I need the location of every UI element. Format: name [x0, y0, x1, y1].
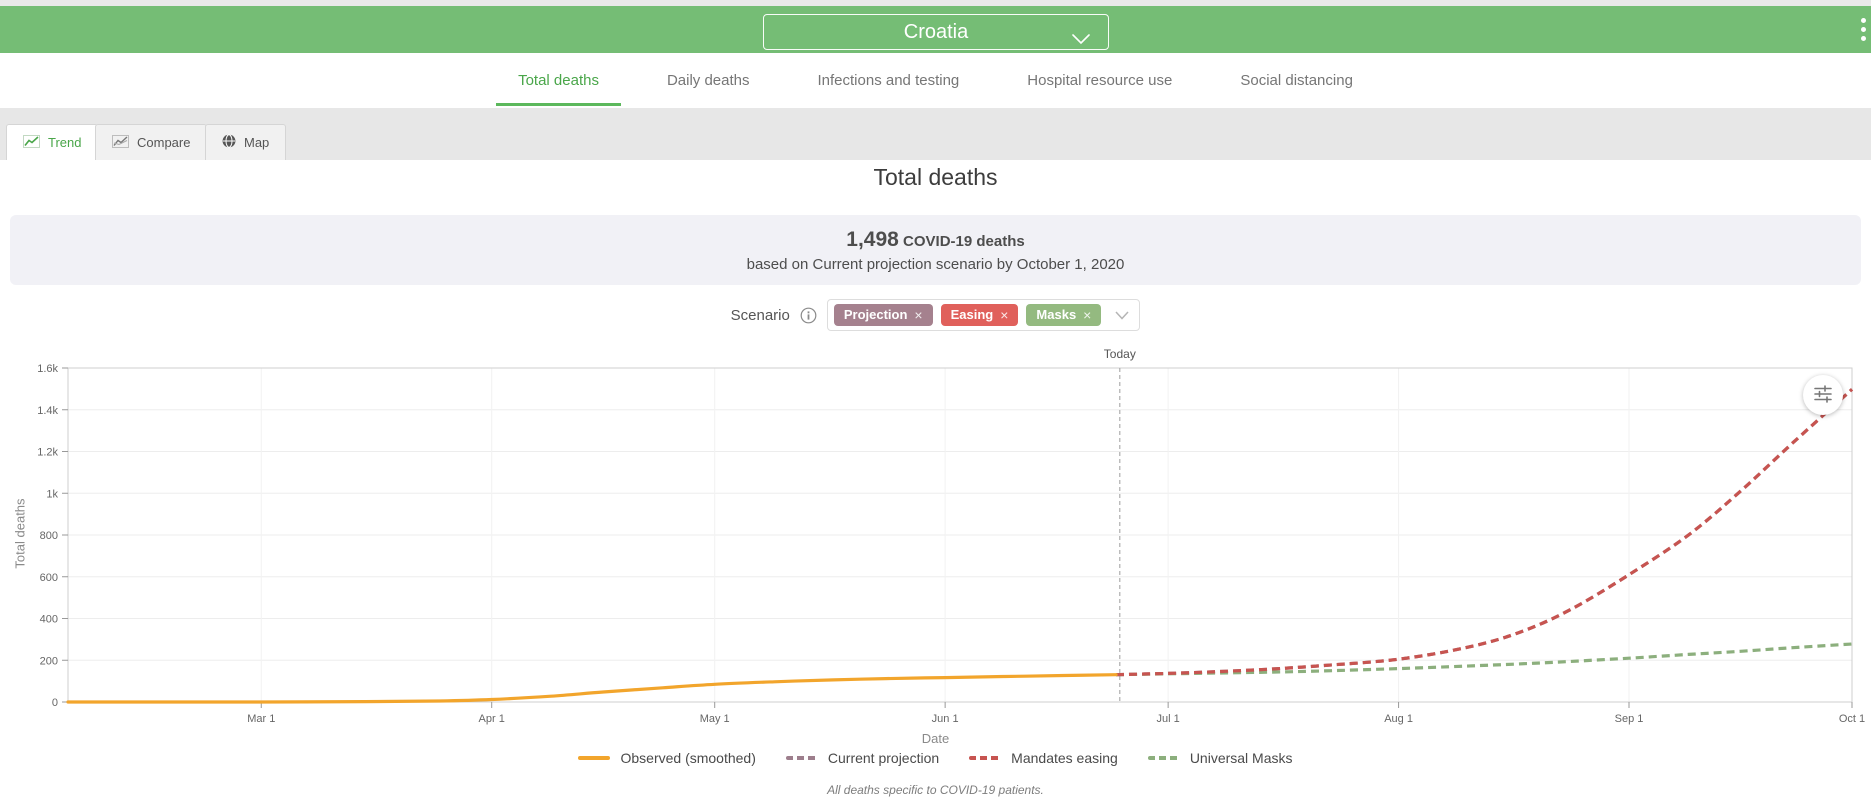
kebab-menu-icon[interactable]: [1858, 18, 1868, 41]
app-header: Croatia: [0, 6, 1871, 53]
tab-social-distancing[interactable]: Social distancing: [1218, 53, 1375, 108]
main-nav: Total deaths Daily deaths Infections and…: [0, 53, 1871, 108]
scenario-tag-label: Easing: [950, 307, 994, 322]
tab-compare[interactable]: Compare: [95, 124, 208, 160]
legend-item: Current projection: [785, 750, 940, 766]
close-icon[interactable]: ×: [914, 307, 922, 323]
svg-text:Jul 1: Jul 1: [1157, 713, 1180, 725]
covid-projections-app: Croatia Total deaths Daily deaths Infect…: [0, 0, 1871, 805]
page-title: Total deaths: [873, 164, 998, 190]
tab-map-label: Map: [244, 135, 270, 150]
scenario-tag-label: Masks: [1036, 307, 1077, 322]
legend-label: Observed (smoothed): [620, 750, 756, 766]
svg-text:May 1: May 1: [700, 713, 730, 725]
globe-icon: [222, 134, 236, 151]
tab-trend-label: Trend: [48, 135, 82, 150]
summary-value-label: COVID-19 deaths: [903, 233, 1025, 250]
line-chart-icon: [23, 134, 40, 151]
series-mandates-easing: [1116, 388, 1854, 677]
chart-footnote: All deaths specific to COVID-19 patients…: [827, 783, 1044, 797]
legend-swatch: [785, 756, 818, 760]
chart-legend: Observed (smoothed) Current projection Man…: [0, 750, 1871, 766]
svg-text:Sep 1: Sep 1: [1615, 713, 1644, 725]
scenario-tag: Easing ×: [940, 304, 1019, 326]
location-selector[interactable]: Croatia: [763, 14, 1109, 50]
close-icon[interactable]: ×: [1000, 307, 1008, 323]
view-tab-bar: Trend Compare Map: [0, 108, 1871, 160]
trend-chart[interactable]: 0 200 400 600 800 1k 1.2k 1.4k 1.6k Mar 1 Apr 1 May…: [0, 340, 1871, 735]
series-observed-smoothed-: [66, 673, 1118, 704]
legend-label: Mandates easing: [1011, 750, 1118, 766]
svg-text:Oct 1: Oct 1: [1839, 713, 1865, 725]
scenario-tag-label: Projection: [843, 307, 908, 322]
legend-label: Current projection: [827, 750, 940, 766]
legend-item: Mandates easing: [969, 750, 1118, 766]
svg-text:Aug 1: Aug 1: [1384, 713, 1413, 725]
tab-hospital-resource-use[interactable]: Hospital resource use: [1005, 53, 1194, 108]
tab-infections-and-testing[interactable]: Infections and testing: [796, 53, 982, 108]
tab-map[interactable]: Map: [205, 124, 287, 160]
scenario-tag: Projection ×: [833, 304, 933, 326]
info-icon[interactable]: [800, 307, 817, 324]
svg-text:600: 600: [40, 572, 58, 584]
scenario-select[interactable]: Projection × Easing × Masks ×: [826, 299, 1141, 331]
tab-daily-deaths[interactable]: Daily deaths: [645, 53, 772, 108]
series-current-projection: [1116, 388, 1854, 677]
svg-text:1.2k: 1.2k: [37, 447, 58, 459]
location-selector-value: Croatia: [903, 20, 969, 43]
svg-text:1.4k: 1.4k: [37, 405, 58, 417]
tab-compare-label: Compare: [137, 135, 191, 150]
summary-banner: 1,498 COVID-19 deaths based on Current p…: [10, 215, 1861, 285]
svg-text:0: 0: [52, 697, 58, 709]
close-icon[interactable]: ×: [1083, 307, 1091, 323]
legend-swatch: [969, 756, 1002, 760]
scenario-label: Scenario: [730, 306, 790, 324]
tab-trend[interactable]: Trend: [6, 124, 99, 160]
scenario-row: Scenario Projection × Easing × Masks ×: [0, 299, 1871, 331]
tab-total-deaths[interactable]: Total deaths: [496, 53, 621, 108]
legend-swatch: [1147, 756, 1180, 760]
svg-text:Mar 1: Mar 1: [247, 713, 275, 725]
svg-text:1k: 1k: [46, 488, 58, 500]
sliders-icon: [1813, 383, 1833, 408]
svg-text:1.6k: 1.6k: [37, 363, 58, 375]
legend-swatch: [578, 756, 611, 760]
svg-text:200: 200: [40, 655, 58, 667]
legend-item: Universal Masks: [1147, 750, 1293, 766]
svg-text:800: 800: [40, 530, 58, 542]
scenario-tag: Masks ×: [1026, 304, 1102, 326]
summary-value: 1,498: [846, 228, 899, 251]
chevron-down-icon[interactable]: [1109, 310, 1129, 320]
summary-detail: based on Current projection scenario by …: [746, 256, 1125, 273]
svg-text:Jun 1: Jun 1: [932, 713, 959, 725]
chart-settings-button[interactable]: [1803, 375, 1843, 415]
x-axis-title: Date: [921, 731, 950, 746]
legend-label: Universal Masks: [1189, 750, 1293, 766]
compare-chart-icon: [112, 134, 129, 151]
legend-item: Observed (smoothed): [578, 750, 756, 766]
chevron-down-icon: [1072, 28, 1090, 51]
svg-text:Apr 1: Apr 1: [479, 713, 505, 725]
svg-text:400: 400: [40, 614, 58, 626]
svg-text:Today: Today: [1104, 347, 1136, 361]
